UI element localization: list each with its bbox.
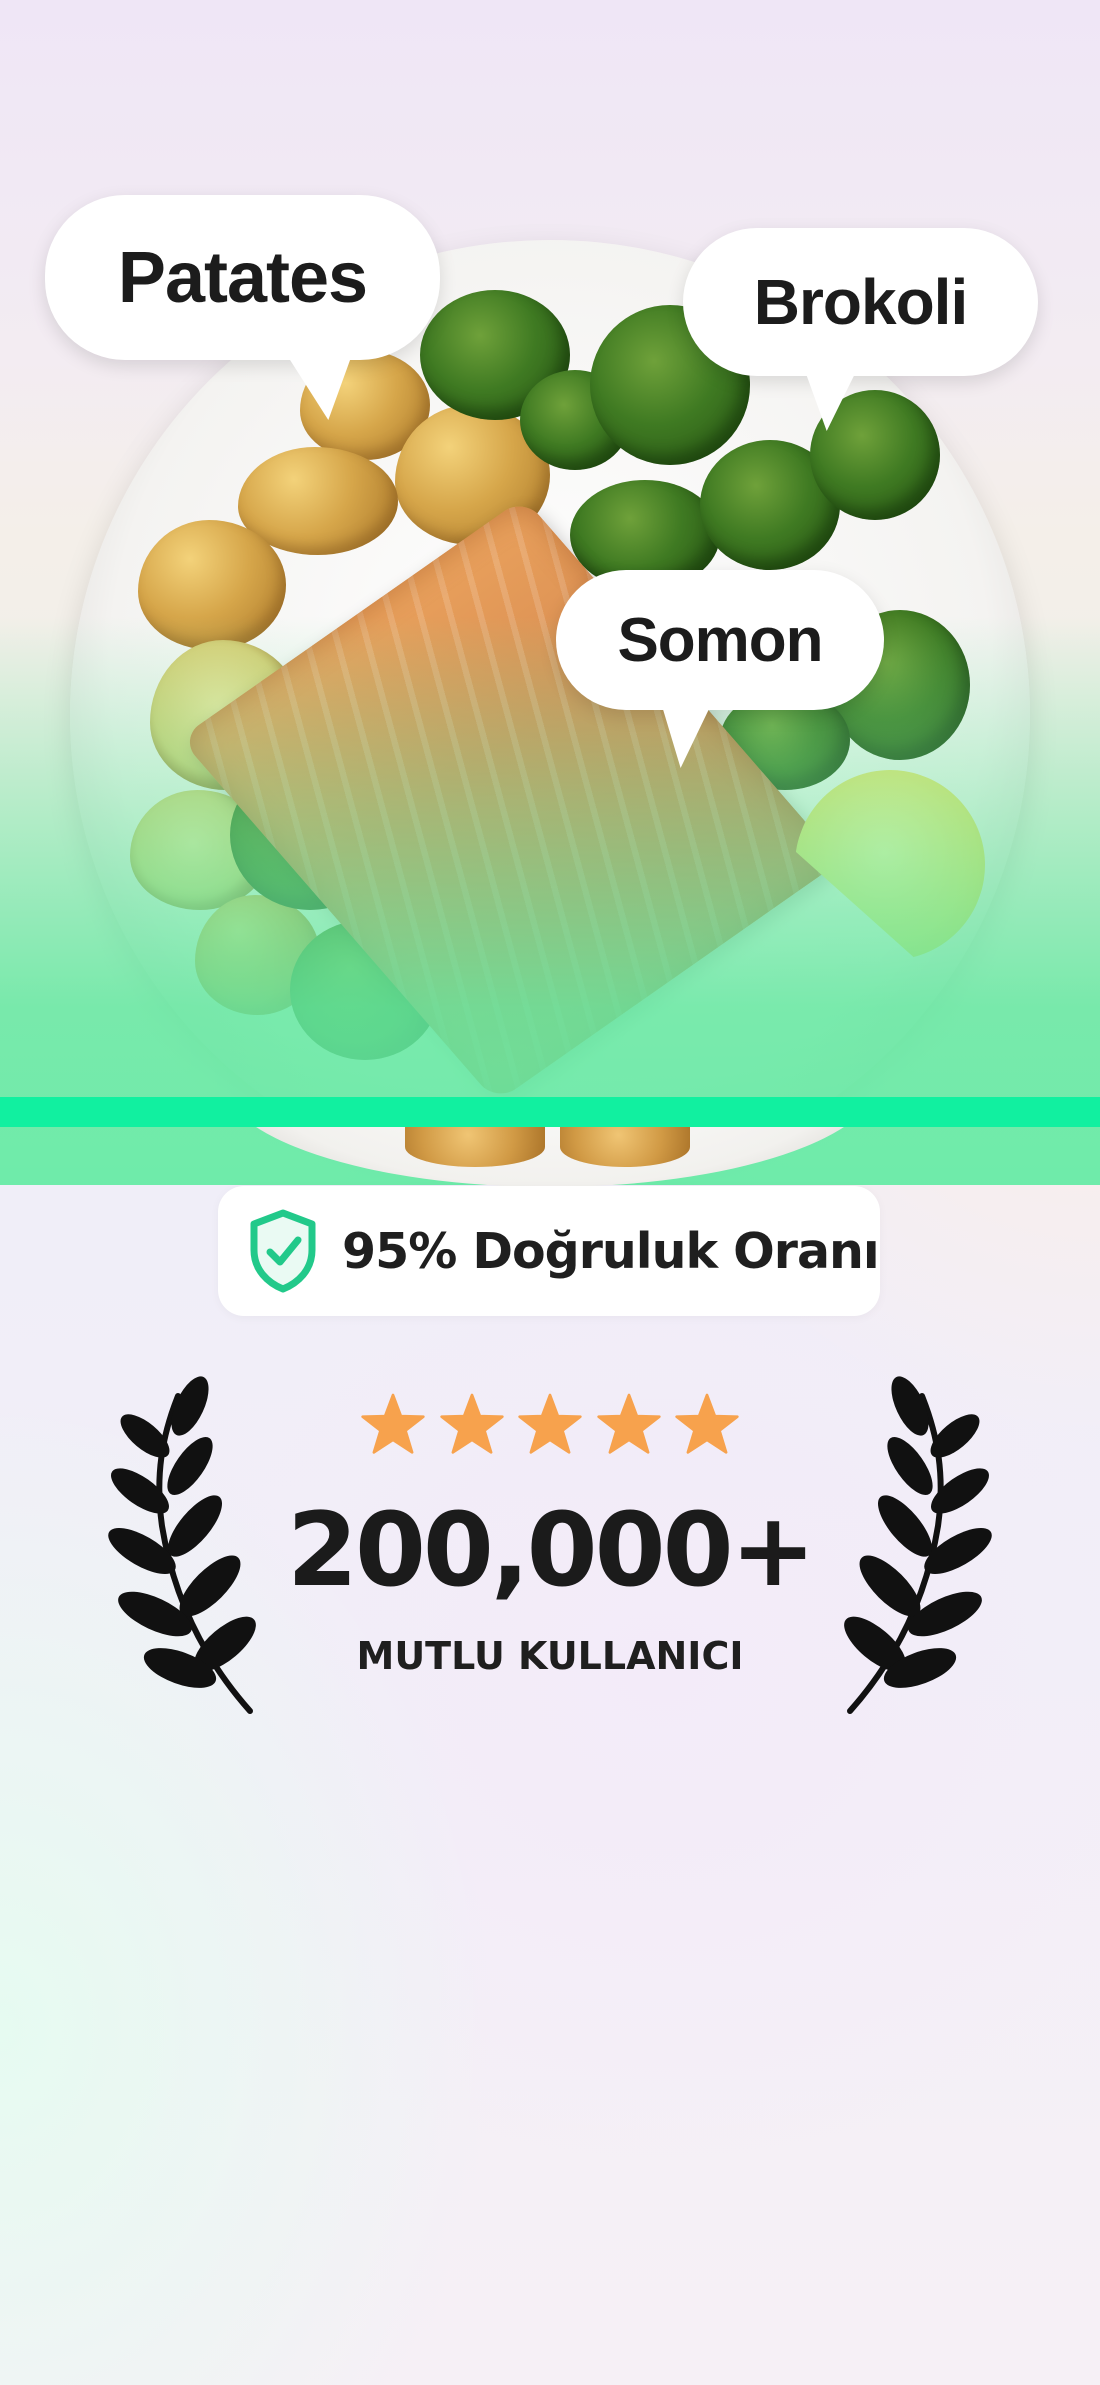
star-icon (361, 1393, 425, 1454)
star-icon (518, 1393, 582, 1454)
laurel-left-icon (108, 1376, 256, 1714)
label-bubble-salmon: Somon (556, 570, 884, 768)
users-count: 200,000+ (286, 1491, 816, 1610)
plate-rim (250, 1127, 850, 1187)
label-bubble-potato: Patates (45, 195, 440, 420)
shield-check-icon (250, 1209, 316, 1293)
accuracy-text: 95% Doğruluk Oranı (342, 1222, 880, 1280)
users-label: MUTLU KULLANICI (356, 1634, 744, 1678)
label-salmon: Somon (617, 605, 823, 675)
star-rating (360, 1392, 740, 1456)
star-icon (596, 1393, 661, 1454)
scan-overlay (0, 0, 1100, 1185)
laurel-right-icon (844, 1376, 992, 1714)
scan-line (0, 1097, 1100, 1127)
label-potato: Patates (117, 237, 368, 318)
label-broccoli: Brokoli (753, 266, 968, 338)
potato (560, 1127, 690, 1167)
accuracy-badge: 95% Doğruluk Oranı (218, 1186, 880, 1316)
star-icon (675, 1393, 739, 1454)
food-photo: Patates Brokoli Somon (0, 0, 1100, 1185)
star-icon (439, 1393, 504, 1454)
potato (405, 1127, 545, 1167)
label-bubble-broccoli: Brokoli (683, 228, 1038, 431)
